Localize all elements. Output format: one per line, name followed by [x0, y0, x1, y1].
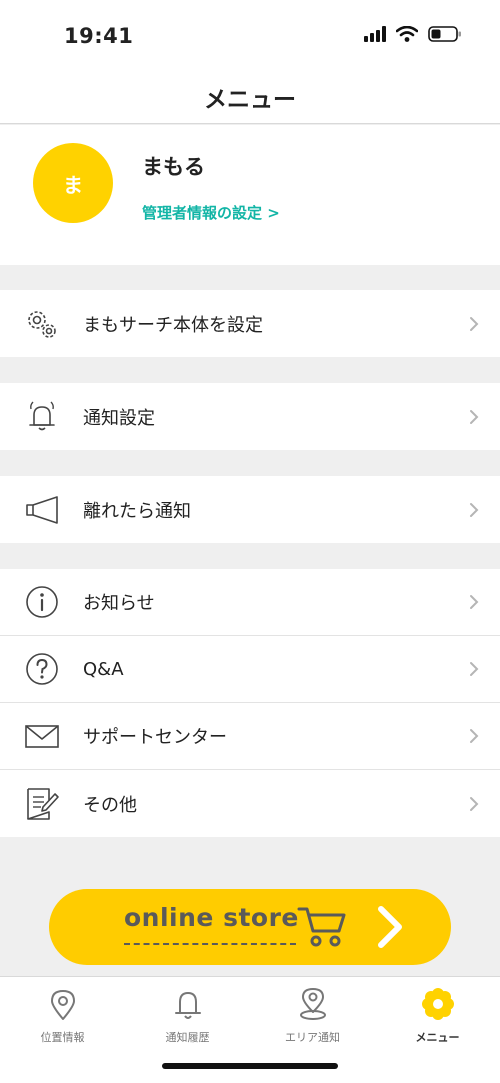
cellular-signal-icon	[364, 26, 386, 42]
status-time: 19:41	[64, 24, 134, 48]
bell-icon	[174, 992, 201, 1019]
tab-label: 位置情報	[40, 1031, 85, 1044]
menu-group-notification: 通知設定	[0, 383, 500, 450]
menu-item-label: その他	[83, 794, 137, 816]
menu-item-support-center[interactable]: サポートセンター	[0, 703, 500, 770]
menu-item-label: まもサーチ本体を設定	[83, 314, 263, 336]
wifi-icon	[396, 26, 418, 42]
battery-icon	[428, 26, 461, 42]
profile-name: まもる	[142, 155, 205, 179]
tab-label: 通知履歴	[165, 1031, 210, 1044]
area-pin-icon	[299, 988, 326, 1020]
store-underline	[124, 943, 296, 945]
online-store-label: online store	[124, 903, 299, 932]
flower-icon	[421, 988, 454, 1020]
tab-notification-history[interactable]: 通知履歴	[125, 987, 250, 1045]
menu-item-news[interactable]: お知らせ	[0, 569, 500, 636]
chevron-right-icon	[470, 316, 479, 331]
mail-icon	[24, 718, 60, 754]
status-bar: 19:41	[0, 0, 500, 72]
tab-menu[interactable]: メニュー	[375, 987, 500, 1045]
chevron-right-icon	[470, 796, 479, 811]
chevron-right-icon	[378, 906, 402, 948]
menu-item-label: Q&A	[83, 658, 124, 680]
menu-group-info: お知らせ Q&A サポートセンター その他	[0, 569, 500, 837]
avatar: ま	[33, 143, 113, 223]
menu-item-label: 離れたら通知	[83, 500, 191, 522]
admin-settings-link[interactable]: 管理者情報の設定 >	[142, 202, 280, 223]
tab-label: エリア通知	[285, 1031, 340, 1044]
menu-item-label: 通知設定	[83, 407, 155, 429]
navigation-bar: メニュー	[0, 72, 500, 124]
menu-item-qa[interactable]: Q&A	[0, 636, 500, 703]
cart-icon	[297, 907, 346, 947]
chevron-right-icon	[470, 502, 479, 517]
gear-icon	[24, 306, 60, 342]
menu-item-device-settings[interactable]: まもサーチ本体を設定	[0, 290, 500, 357]
bell-icon	[24, 399, 60, 435]
info-icon	[24, 584, 60, 620]
menu-item-other[interactable]: その他	[0, 770, 500, 837]
chevron-right-icon	[470, 595, 479, 609]
chevron-right-icon	[470, 729, 479, 743]
menu-item-separation-alert[interactable]: 離れたら通知	[0, 476, 500, 543]
chevron-right-icon	[470, 662, 479, 676]
note-edit-icon	[24, 786, 60, 822]
megaphone-icon	[24, 492, 60, 528]
location-pin-icon	[50, 990, 75, 1020]
question-icon	[24, 651, 60, 687]
menu-item-label: お知らせ	[83, 593, 155, 614]
tab-area-notification[interactable]: エリア通知	[250, 987, 375, 1045]
page-title: メニュー	[204, 87, 296, 113]
menu-item-label: サポートセンター	[83, 727, 227, 748]
menu-item-notification-settings[interactable]: 通知設定	[0, 383, 500, 450]
tab-location[interactable]: 位置情報	[0, 987, 125, 1045]
tab-label: メニュー	[415, 1031, 460, 1044]
chevron-right-icon	[470, 409, 479, 424]
menu-group-device: まもサーチ本体を設定	[0, 290, 500, 357]
profile-section: ま まもる 管理者情報の設定 >	[0, 125, 500, 265]
menu-group-separation: 離れたら通知	[0, 476, 500, 543]
home-indicator	[162, 1063, 338, 1069]
status-icons	[364, 26, 462, 42]
online-store-button[interactable]: online store	[49, 889, 451, 965]
